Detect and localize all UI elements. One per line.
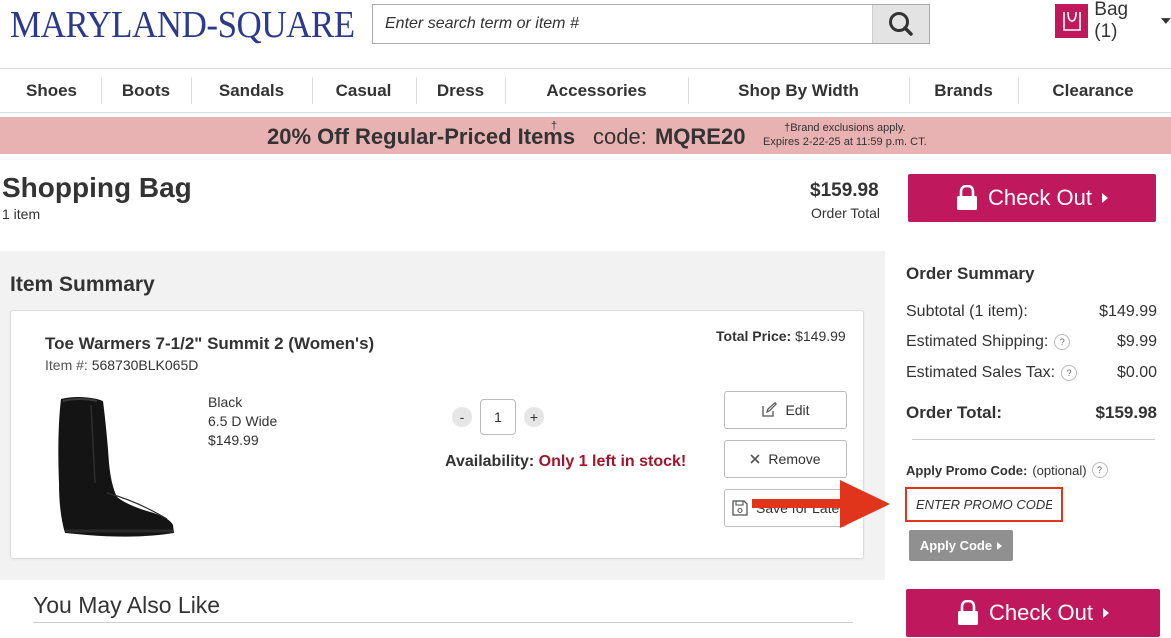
edit-icon	[762, 402, 778, 417]
promo-code-title: Apply Promo Code:	[906, 462, 1028, 478]
search-button[interactable]	[872, 5, 929, 43]
page-title: Shopping Bag	[2, 172, 192, 203]
order-total-label: Order Total:	[906, 403, 1003, 422]
apply-code-label: Apply Code	[919, 538, 993, 553]
divider	[912, 439, 1155, 440]
order-summary-title: Order Summary	[906, 264, 1035, 283]
edit-label: Edit	[785, 402, 810, 418]
promo-fine-print: †Brand exclusions apply. Expires 2-22-25…	[763, 121, 927, 149]
product-name[interactable]: Toe Warmers 7-1/2" Summit 2 (Women's)	[45, 334, 374, 354]
header-order-total: $159.98	[810, 180, 879, 201]
chevron-down-icon	[1161, 18, 1171, 24]
main-nav: Shoes Boots Sandals Casual Dress Accesso…	[0, 68, 1171, 113]
caret-right-icon	[1102, 608, 1109, 618]
nav-accessories[interactable]: Accessories	[506, 69, 687, 112]
promo-code-value: MQRE20	[654, 124, 746, 149]
apply-code-button[interactable]: Apply Code	[909, 530, 1013, 561]
item-number-value: 568730BLK065D	[91, 357, 199, 373]
total-price-value: $149.99	[795, 328, 846, 344]
bag-label: Bag (1)	[1094, 0, 1129, 42]
checkout-button-top[interactable]: Check Out	[908, 174, 1156, 222]
item-total-price: Total Price: $149.99	[716, 328, 846, 344]
checkout-label: Check Out	[988, 185, 1092, 210]
promo-code-label: Apply Promo Code: (optional) ?	[906, 462, 1108, 478]
nav-shop-by-width[interactable]: Shop By Width	[689, 69, 908, 112]
product-item-number: Item #: 568730BLK065D	[45, 357, 198, 373]
promo-fine-print-line: Expires 2-22-25 at 11:59 p.m. CT.	[763, 136, 927, 148]
remove-label: Remove	[768, 451, 821, 467]
nav-casual[interactable]: Casual	[313, 69, 414, 112]
quantity-decrease-button[interactable]: -	[452, 407, 472, 427]
caret-right-icon	[997, 541, 1003, 550]
edit-button[interactable]: Edit	[724, 391, 847, 429]
nav-boots[interactable]: Boots	[102, 69, 190, 112]
availability-label: Availability:	[445, 453, 535, 470]
availability: Availability: Only 1 left in stock!	[445, 453, 686, 471]
save-for-later-label: Save for Later	[756, 500, 844, 516]
product-image[interactable]	[47, 393, 177, 538]
save-for-later-button[interactable]: Save for Later	[724, 489, 847, 527]
product-size: 6.5 D Wide	[208, 413, 278, 429]
total-price-label: Total Price:	[716, 328, 792, 344]
shopping-bag-icon	[1055, 4, 1089, 38]
close-icon	[750, 454, 760, 464]
promo-code-field	[905, 487, 1063, 522]
checkout-label: Check Out	[989, 600, 1093, 625]
site-logo[interactable]: MARYLAND-SQUARE	[10, 3, 355, 47]
tax-value: $0.00	[1116, 364, 1157, 381]
lock-icon	[957, 185, 978, 210]
shipping-label-text: Estimated Shipping:	[906, 333, 1049, 350]
help-icon[interactable]: ?	[1061, 365, 1078, 381]
lock-icon	[958, 600, 979, 625]
subtotal-label-text: Subtotal (1 item):	[906, 303, 1028, 320]
promo-headline: 20% Off Regular-Priced Items	[267, 124, 576, 149]
search-bar	[372, 4, 930, 44]
shipping-value: $9.99	[1116, 333, 1157, 350]
caret-right-icon	[1101, 193, 1108, 203]
header-order-total-label: Order Total	[811, 205, 880, 221]
quantity-increase-button[interactable]: +	[524, 407, 544, 427]
order-total-value: $159.98	[1095, 403, 1157, 422]
nav-shoes[interactable]: Shoes	[0, 69, 103, 112]
nav-clearance[interactable]: Clearance	[1019, 69, 1167, 112]
item-summary-title: Item Summary	[10, 273, 155, 296]
quantity-input[interactable]: 1	[480, 399, 516, 435]
promo-code-label: code:	[593, 124, 647, 149]
nav-sandals[interactable]: Sandals	[192, 69, 311, 112]
bag-link[interactable]: Bag (1)	[1055, 0, 1171, 42]
help-icon[interactable]: ?	[1091, 462, 1108, 478]
search-icon	[889, 12, 913, 36]
tax-label-text: Estimated Sales Tax:	[906, 364, 1056, 381]
save-icon	[732, 500, 748, 516]
product-attributes: Black 6.5 D Wide $149.99	[208, 393, 277, 450]
checkout-button-bottom[interactable]: Check Out	[906, 589, 1160, 637]
recommendations-title: You May Also Like	[33, 592, 221, 618]
tax-label: Estimated Sales Tax:?	[906, 364, 1078, 382]
promo-dagger: †	[551, 120, 558, 132]
subtotal-label: Subtotal (1 item):	[906, 303, 1028, 321]
item-count: 1 item	[2, 206, 41, 222]
promo-code-input[interactable]	[907, 489, 1061, 520]
promo-fine-print-line: †Brand exclusions apply.	[784, 122, 906, 134]
nav-brands[interactable]: Brands	[910, 69, 1017, 112]
divider	[33, 622, 853, 623]
product-color: Black	[208, 394, 243, 410]
item-number-label: Item #:	[45, 357, 88, 373]
promo-code: code: MQRE20	[593, 124, 745, 150]
availability-value: Only 1 left in stock!	[538, 453, 687, 470]
shipping-label: Estimated Shipping:?	[906, 333, 1071, 351]
search-input[interactable]	[373, 5, 899, 43]
promo-banner[interactable]: 20% Off Regular-Priced Items † code: MQR…	[0, 117, 1171, 154]
remove-button[interactable]: Remove	[724, 440, 847, 478]
nav-dress[interactable]: Dress	[417, 69, 504, 112]
help-icon[interactable]: ?	[1054, 334, 1071, 350]
promo-optional: (optional)	[1032, 462, 1087, 478]
product-price: $149.99	[208, 432, 259, 448]
subtotal-value: $149.99	[1099, 303, 1157, 320]
